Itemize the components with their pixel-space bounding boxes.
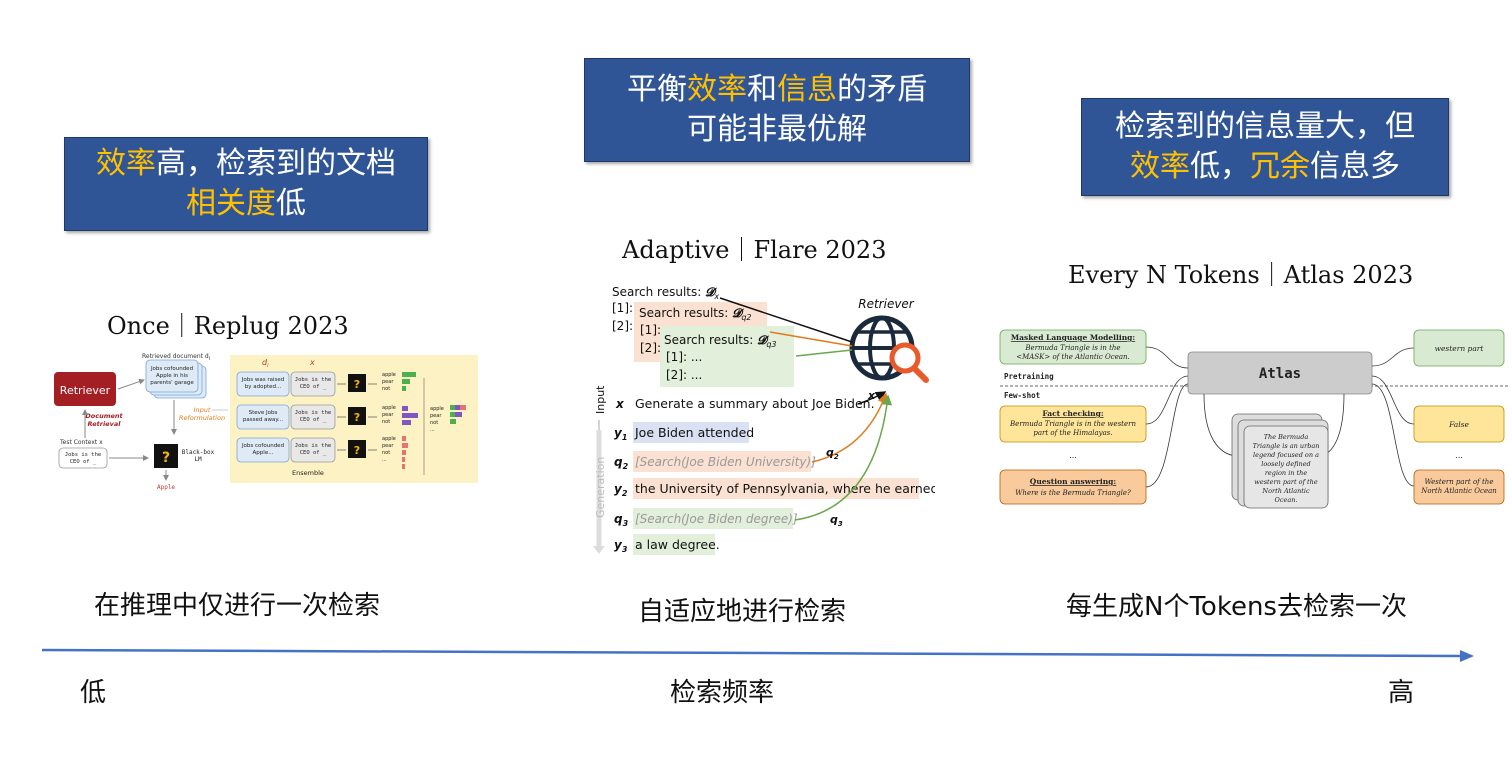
flare-figure: Search results: 𝓓x [1]: [2]: Search resu…	[593, 285, 935, 555]
retriever-label: Retriever	[60, 384, 111, 397]
atlas-figure: Masked Language Modelling: Bermuda Trian…	[999, 329, 1508, 509]
svg-text:Few-shot: Few-shot	[1004, 391, 1040, 400]
svg-text:InputReformulation: Input Reformulation	[179, 406, 225, 422]
svg-text:?: ?	[354, 444, 360, 457]
svg-text:Generation: Generation	[594, 457, 607, 518]
svg-text:the University of Pennsylvania: the University of Pennsylvania, where he…	[635, 481, 935, 496]
mid-summary-box: 平衡效率和信息的矛盾 可能非最优解	[584, 58, 970, 162]
svg-text:?: ?	[354, 411, 360, 424]
svg-text:[1]: ...: [1]: ...	[666, 350, 702, 364]
svg-text:[2]: ...: [2]: ...	[666, 368, 702, 382]
caption-flare: Adaptive｜Flare 2023	[622, 236, 887, 264]
svg-text:Bermuda Triangle is in the<MAS: Bermuda Triangle is in the <MASK> of the …	[1016, 344, 1130, 361]
svg-text:DocumentRetrieval: Document Retrieval	[85, 412, 123, 428]
test-context-label: Test Context x	[59, 439, 103, 446]
left-box-text-2: 低	[276, 186, 306, 221]
desc-atlas: 每生成N个Tokens去检索一次	[1066, 592, 1407, 622]
svg-text:western part: western part	[1435, 344, 1485, 353]
left-summary-box: 效率高，检索到的文档 相关度低	[64, 137, 428, 231]
left-box-hl-2: 相关度	[186, 186, 276, 221]
svg-text:?: ?	[162, 450, 170, 466]
svg-text:Pretraining: Pretraining	[1004, 372, 1054, 381]
svg-text:[1]:: [1]:	[612, 301, 633, 315]
svg-text:...: ...	[1455, 451, 1463, 460]
svg-text:q2: q2	[614, 455, 629, 471]
svg-text:?: ?	[354, 378, 360, 391]
right-summary-box: 检索到的信息量大，但 效率低，冗余信息多	[1081, 98, 1449, 196]
svg-text:q3: q3	[614, 512, 629, 528]
svg-text:Jobs is theCEO of _: Jobs is the CEO of _	[65, 452, 101, 465]
caption-atlas: Every N Tokens｜Atlas 2023	[1068, 261, 1414, 289]
svg-text:Jobs cofoundedApple in hispare: Jobs cofounded Apple in his parents' garag…	[150, 366, 194, 386]
axis-low-label: 低	[80, 678, 107, 708]
svg-text:y1: y1	[614, 426, 627, 442]
svg-text:...: ...	[1069, 451, 1077, 460]
svg-text:[2]:: [2]:	[640, 341, 661, 355]
svg-text:Jobs is theCEO of _: Jobs is the CEO of _	[295, 377, 331, 390]
svg-text:a law degree.: a law degree.	[635, 537, 720, 552]
qa-box	[999, 469, 1147, 505]
replug-figure: Retriever Retrieved document di Jobs cof…	[54, 353, 478, 491]
left-box-hl-1: 效率	[96, 146, 156, 181]
svg-text:x: x	[309, 358, 315, 367]
svg-text:Atlas: Atlas	[1259, 366, 1301, 382]
svg-text:Search results: 𝓓q3: Search results: 𝓓q3	[664, 333, 777, 349]
svg-text:Search results: 𝓓x: Search results: 𝓓x	[612, 285, 719, 301]
svg-text:Jobs was raisedby adopted...: Jobs was raised by adopted...	[241, 377, 284, 390]
mid-box-hl-1: 效率	[687, 72, 747, 107]
desc-replug: 在推理中仅进行一次检索	[94, 591, 381, 621]
svg-text:Question answering:: Question answering:	[1030, 477, 1117, 486]
svg-text:Western part of theNorth Atlan: Western part of the North Atlantic Ocean	[1420, 478, 1497, 495]
svg-text:[Search(Joe Biden degree)]: [Search(Joe Biden degree)]	[635, 512, 798, 526]
caption-replug: Once｜Replug 2023	[107, 312, 349, 340]
mid-box-t1: 平衡	[627, 72, 687, 107]
flare-retriever-label: Retriever	[858, 297, 915, 311]
svg-text:Black-boxLM: Black-box LM	[182, 449, 215, 463]
svg-text:q3: q3	[830, 513, 843, 528]
left-box-text-1: 高，检索到的文档	[156, 146, 396, 181]
svg-text:[Search(Joe Biden University)]: [Search(Joe Biden University)]	[635, 455, 816, 469]
svg-text:[2]:: [2]:	[612, 319, 633, 333]
right-box-line1: 检索到的信息量大，但	[1115, 109, 1415, 144]
svg-text:Search results: 𝓓q2: Search results: 𝓓q2	[639, 306, 752, 322]
svg-text:Steve Jobspassed away...: Steve Jobs passed away...	[243, 410, 283, 423]
ensemble-label: Ensemble	[292, 469, 324, 477]
svg-text:Joe Biden attended: Joe Biden attended	[634, 425, 754, 440]
svg-text:q2: q2	[826, 446, 839, 461]
svg-text:Apple: Apple	[157, 484, 175, 491]
right-box-t2: 信息多	[1310, 149, 1400, 184]
svg-text:Jobs is theCEO of _: Jobs is the CEO of _	[295, 443, 331, 456]
svg-text:Jobs is theCEO of _: Jobs is the CEO of _	[295, 410, 331, 423]
desc-flare: 自适应地进行检索	[638, 597, 847, 627]
axis-title: 检索频率	[670, 678, 775, 708]
mid-box-t3: 的矛盾	[837, 72, 927, 107]
svg-text:y2: y2	[614, 482, 628, 498]
svg-text:Masked Language Modelling:: Masked Language Modelling:	[1011, 333, 1136, 342]
svg-text:[1]:: [1]:	[640, 323, 661, 337]
svg-text:Where is the Bermuda Triangle?: Where is the Bermuda Triangle?	[1015, 489, 1131, 497]
svg-text:False: False	[1448, 420, 1469, 429]
svg-text:Fact checking:: Fact checking:	[1042, 409, 1104, 418]
svg-text:Input: Input	[594, 385, 607, 414]
globe-search-icon	[849, 315, 929, 383]
flare-input-line: Generate a summary about Joe Biden.	[635, 396, 875, 411]
mid-box-hl-2: 信息	[777, 72, 837, 107]
right-box-hl-1: 效率	[1130, 149, 1190, 184]
svg-text:x: x	[867, 389, 876, 402]
axis-high-label: 高	[1388, 678, 1415, 708]
mid-box-t2: 和	[747, 72, 777, 107]
right-box-hl-2: 冗余	[1250, 149, 1310, 184]
svg-text:x: x	[615, 397, 625, 411]
svg-text:y3: y3	[614, 538, 628, 554]
frequency-axis-arrow	[41, 648, 1474, 662]
right-box-t1: 低，	[1190, 149, 1250, 184]
mid-box-line2: 可能非最优解	[687, 112, 867, 147]
